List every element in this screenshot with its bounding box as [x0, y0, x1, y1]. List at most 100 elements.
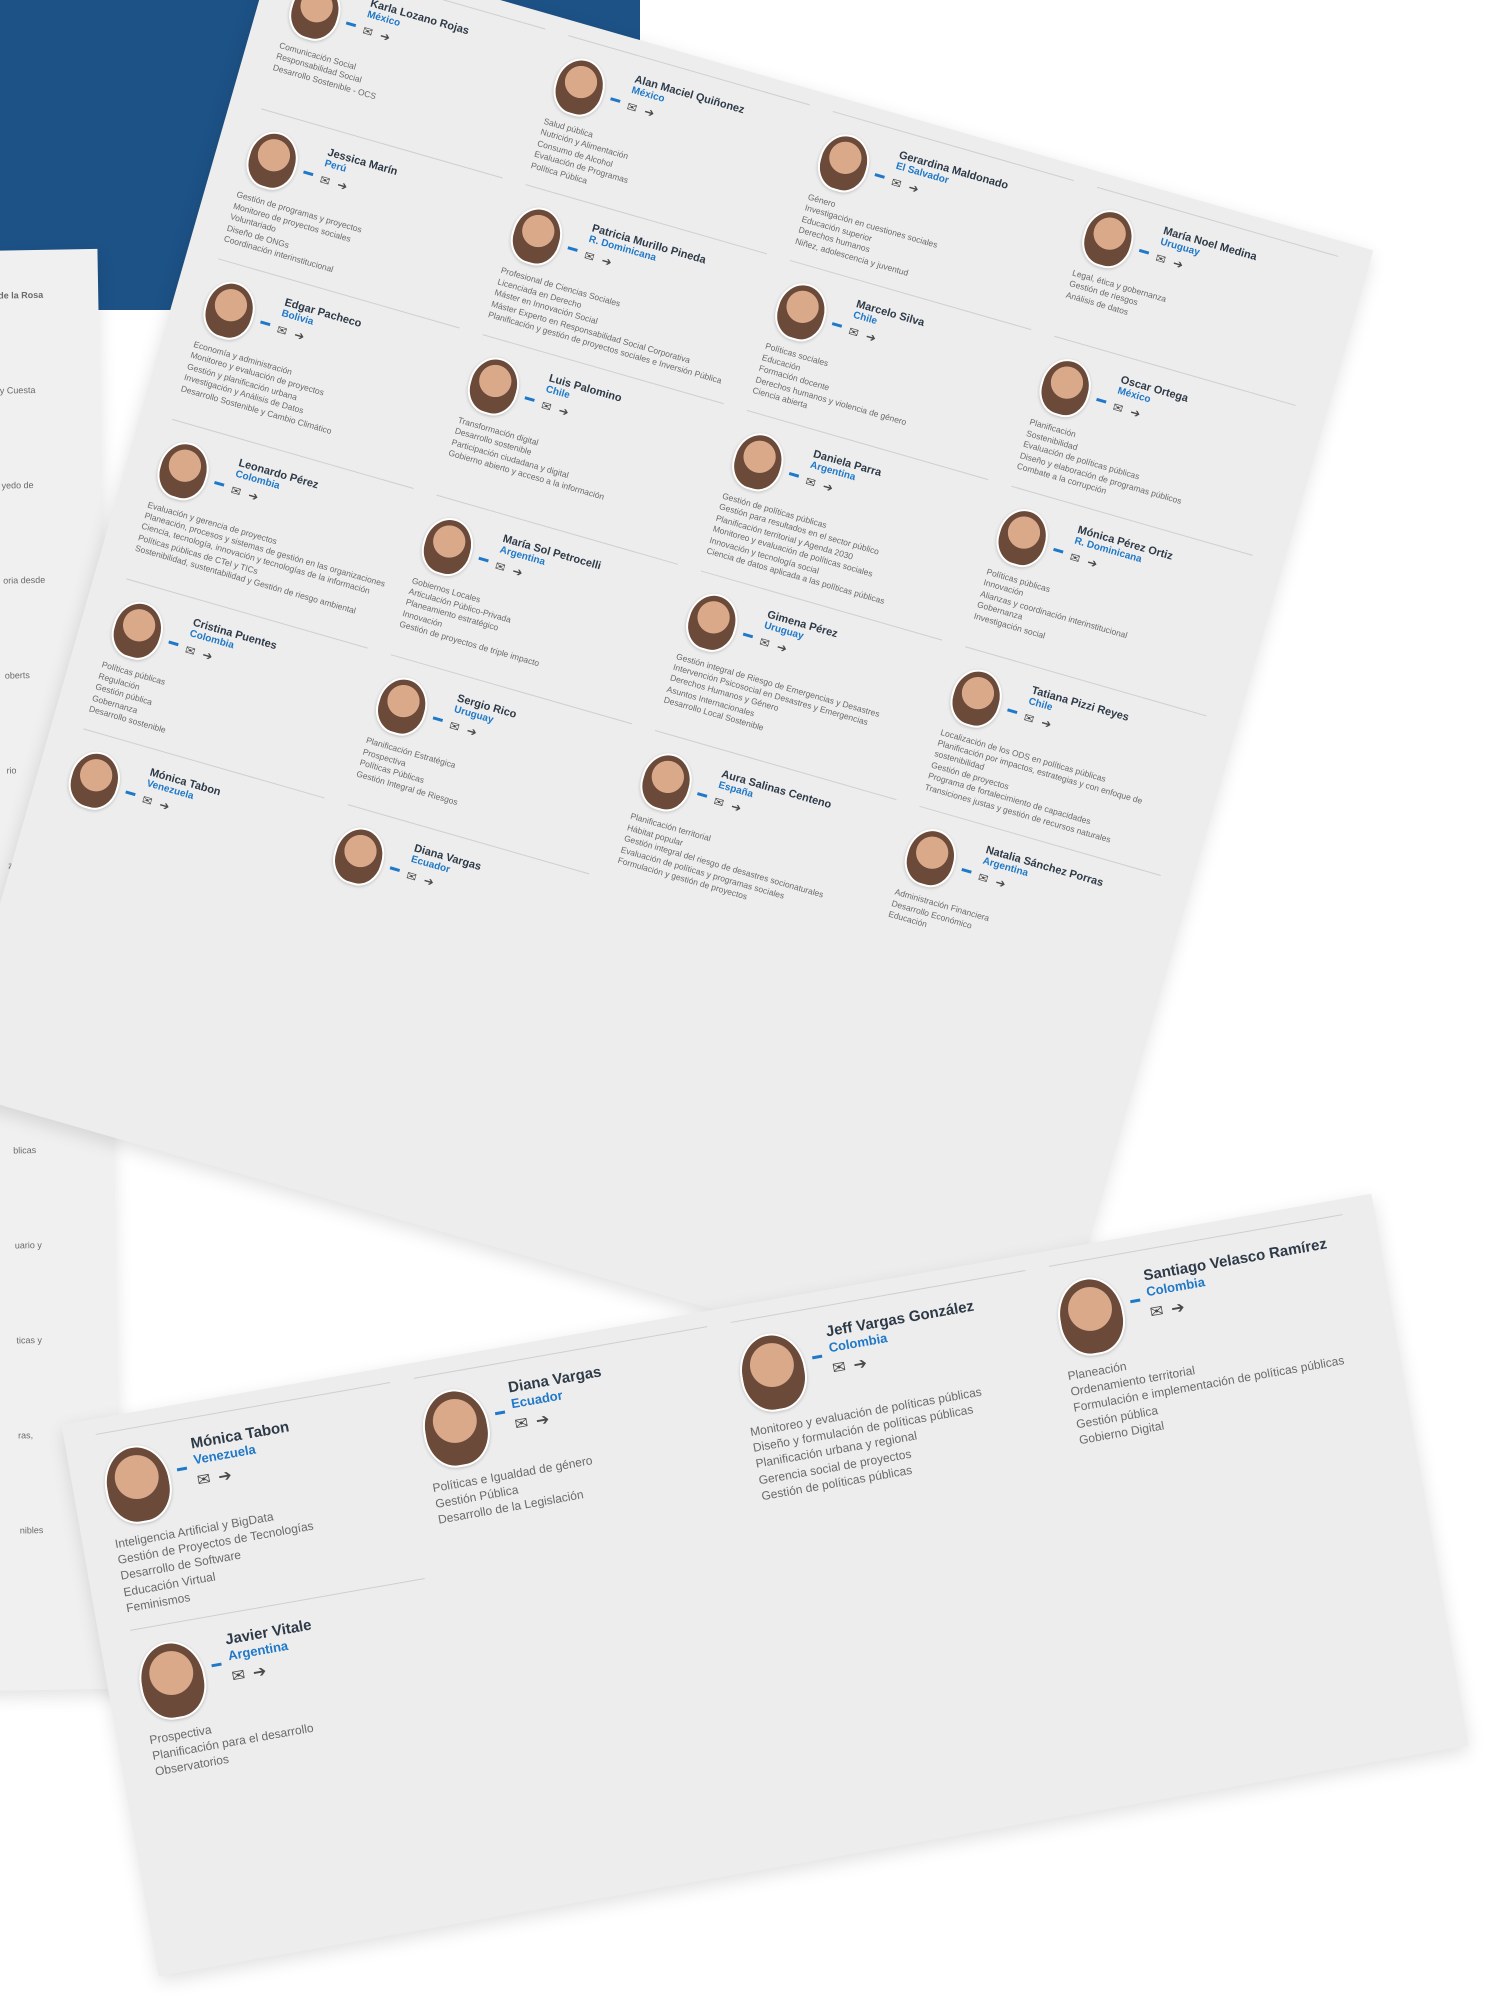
arrow-icon[interactable]: ➔ — [293, 327, 307, 343]
arrow-icon[interactable]: ➔ — [852, 1353, 869, 1375]
arrow-icon[interactable]: ➔ — [994, 875, 1008, 891]
arrow-icon[interactable]: ➔ — [1171, 256, 1185, 272]
arrow-icon[interactable]: ➔ — [1128, 405, 1142, 421]
profile-meta: Diana Vargas Ecuador ✉ ➔ — [405, 842, 483, 900]
profile-meta: Aura Salinas Centeno España ✉ ➔ — [712, 769, 833, 840]
profile-meta: Daniela Parra Argentina ✉ ➔ — [804, 448, 883, 507]
accent-dash — [1129, 1298, 1140, 1304]
arrow-icon[interactable]: ➔ — [907, 180, 921, 196]
envelope-icon[interactable]: ✉ — [448, 719, 462, 735]
arrow-icon[interactable]: ➔ — [600, 254, 614, 270]
arrow-icon[interactable]: ➔ — [821, 479, 835, 495]
profile-meta: Cristina Puentes Colombia ✉ ➔ — [183, 617, 278, 680]
profile-meta: Mónica Tabon Venezuela ✉ ➔ — [189, 1418, 297, 1490]
envelope-icon[interactable]: ✉ — [976, 870, 990, 886]
arrow-icon[interactable]: ➔ — [1040, 715, 1054, 731]
envelope-icon[interactable]: ✉ — [494, 558, 508, 574]
envelope-icon[interactable]: ✉ — [230, 1665, 247, 1687]
left-sheet-fragment: yedo de — [1, 480, 34, 491]
profile-meta: Tatiana Pizzi Reyes Chile ✉ ➔ — [1022, 684, 1130, 751]
arrow-icon[interactable]: ➔ — [378, 29, 392, 45]
accent-dash — [696, 792, 708, 799]
envelope-icon[interactable]: ✉ — [318, 173, 332, 189]
arrow-icon[interactable]: ➔ — [643, 104, 657, 120]
avatar — [327, 821, 392, 891]
arrow-icon[interactable]: ➔ — [335, 178, 349, 194]
avatar — [62, 745, 127, 815]
avatar — [504, 201, 569, 272]
envelope-icon[interactable]: ✉ — [405, 868, 419, 884]
envelope-icon[interactable]: ✉ — [712, 795, 726, 811]
arrow-icon[interactable]: ➔ — [534, 1409, 551, 1431]
arrow-icon[interactable]: ➔ — [247, 488, 261, 504]
envelope-icon[interactable]: ✉ — [540, 398, 554, 414]
arrow-icon[interactable]: ➔ — [422, 873, 436, 889]
accent-dash — [788, 471, 800, 478]
arrow-icon[interactable]: ➔ — [465, 724, 479, 740]
accent-dash — [1053, 547, 1064, 554]
arrow-icon[interactable]: ➔ — [775, 639, 789, 655]
profile-meta: Gimena Pérez Uruguay ✉ ➔ — [758, 608, 839, 667]
envelope-icon[interactable]: ✉ — [625, 99, 639, 115]
accent-dash — [1007, 707, 1018, 714]
envelope-icon[interactable]: ✉ — [1111, 400, 1125, 416]
arrow-icon[interactable]: ➔ — [158, 797, 172, 813]
envelope-icon[interactable]: ✉ — [582, 249, 596, 265]
profile-meta: Jeff Vargas González Colombia ✉ ➔ — [825, 1298, 983, 1379]
left-sheet-fragment: ras, — [18, 1430, 34, 1441]
accent-dash — [494, 1410, 505, 1416]
envelope-icon[interactable]: ✉ — [513, 1413, 530, 1435]
main-sheet: Karla Lozano Rojas México ✉ ➔ Comunicación S… — [0, 0, 1374, 1404]
left-sheet-fragment: de la Rosa — [0, 289, 44, 301]
accent-dash — [302, 170, 314, 177]
profile-meta: Patricia Murillo Pineda R. Dominicana ✉ ➔ — [582, 223, 707, 295]
envelope-icon[interactable]: ✉ — [361, 24, 375, 40]
envelope-icon[interactable]: ✉ — [1022, 710, 1036, 726]
arrow-icon[interactable]: ➔ — [511, 563, 525, 579]
accent-dash — [260, 320, 271, 326]
accent-dash — [812, 1354, 823, 1360]
accent-dash — [961, 868, 972, 874]
accent-dash — [389, 865, 401, 872]
profile-meta: Karla Lozano Rojas México ✉ ➔ — [361, 0, 470, 65]
profile-card: Jeff Vargas González Colombia ✉ ➔ Monitoreo … — [719, 1268, 1071, 1520]
left-sheet-fragment: y Cuesta — [0, 384, 36, 396]
left-sheet-fragment: ticas y — [16, 1335, 43, 1346]
arrow-icon[interactable]: ➔ — [217, 1465, 234, 1487]
envelope-icon[interactable]: ✉ — [1154, 251, 1168, 267]
arrow-icon[interactable]: ➔ — [1086, 555, 1100, 571]
arrow-icon[interactable]: ➔ — [864, 329, 878, 345]
arrow-icon[interactable]: ➔ — [1169, 1297, 1186, 1319]
profile-meta: Alan Maciel Quiñonez México ✉ ➔ — [625, 73, 746, 144]
profile-meta: Luis Palomino Chile ✉ ➔ — [540, 372, 624, 432]
envelope-icon[interactable]: ✉ — [140, 792, 154, 808]
accent-dash — [432, 716, 443, 723]
profile-meta: Marcelo Silva Chile ✉ ➔ — [847, 299, 926, 358]
avatar — [547, 52, 612, 123]
accent-dash — [742, 632, 754, 638]
envelope-icon[interactable]: ✉ — [1068, 550, 1082, 566]
envelope-icon[interactable]: ✉ — [847, 325, 861, 341]
profile-meta: Natalia Sánchez Porras Argentina ✉ ➔ — [976, 844, 1104, 917]
avatar — [680, 587, 745, 657]
envelope-icon[interactable]: ✉ — [196, 1469, 213, 1491]
envelope-icon[interactable]: ✉ — [1148, 1301, 1165, 1323]
envelope-icon[interactable]: ✉ — [758, 634, 772, 650]
arrow-icon[interactable]: ➔ — [251, 1661, 268, 1683]
envelope-icon[interactable]: ✉ — [831, 1357, 848, 1379]
bottom-sheet: Mónica Tabon Venezuela ✉ ➔ Inteligencia Arti… — [61, 1193, 1469, 1977]
arrow-icon[interactable]: ➔ — [729, 800, 743, 816]
avatar — [416, 1384, 495, 1473]
avatar — [733, 1328, 813, 1417]
profile-meta: Sergio Rico Uruguay ✉ ➔ — [448, 693, 518, 749]
arrow-icon[interactable]: ➔ — [201, 648, 215, 664]
envelope-icon[interactable]: ✉ — [890, 175, 904, 191]
envelope-icon[interactable]: ✉ — [183, 643, 197, 659]
envelope-icon[interactable]: ✉ — [229, 483, 243, 499]
envelope-icon[interactable]: ✉ — [804, 474, 818, 490]
avatar — [944, 663, 1009, 733]
arrow-icon[interactable]: ➔ — [557, 403, 571, 419]
envelope-icon[interactable]: ✉ — [275, 322, 289, 338]
left-sheet-fragment: blicas — [13, 1145, 37, 1156]
profile-card: Santiago Velasco Ramírez Colombia ✉ ➔ Planea… — [1037, 1212, 1389, 1464]
